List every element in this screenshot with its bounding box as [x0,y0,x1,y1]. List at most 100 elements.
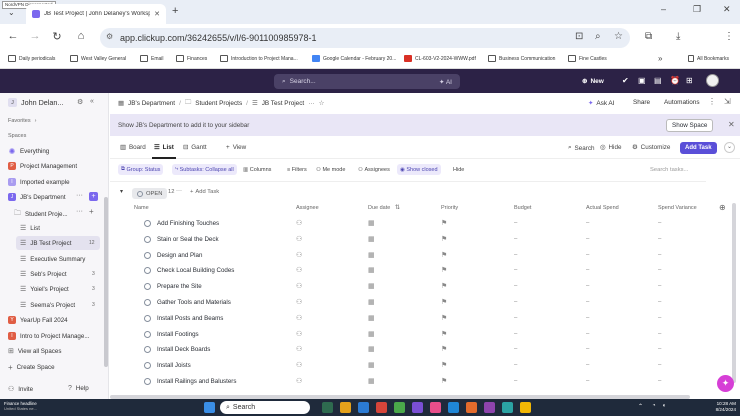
task-name[interactable]: Check Local Building Codes [157,267,234,274]
tab-search-icon[interactable]: ⌄ [8,8,15,17]
budget-cell[interactable]: – [514,252,517,258]
assignee-icon[interactable]: ⚇ [296,330,302,338]
table-row[interactable]: Install Deck Boards ⚇ ▦ ⚑ – – – [110,342,730,358]
status-circle-icon[interactable] [144,283,151,291]
app-icon[interactable] [466,402,477,413]
assignee-icon[interactable]: ⚇ [296,235,302,243]
share-button[interactable]: Share [633,99,650,106]
status-circle-icon[interactable] [144,314,151,322]
actual-spend-cell[interactable]: – [586,267,589,273]
bookmark-item[interactable]: Finances [176,55,207,62]
flag-icon[interactable]: ⚑ [441,235,447,243]
flag-icon[interactable]: ⚑ [441,377,447,385]
actual-spend-cell[interactable]: – [586,252,589,258]
budget-cell[interactable]: – [514,315,517,321]
assignee-icon[interactable]: ⚇ [296,266,302,274]
assignee-icon[interactable]: ⚇ [296,219,302,227]
table-row[interactable]: Gather Tools and Materials ⚇ ▦ ⚑ – – – [110,295,730,311]
calendar-icon[interactable]: ▦ [368,282,375,290]
alarm-icon[interactable]: ⏰ [670,76,680,85]
chevron-down-icon[interactable]: ⌄ [724,142,735,153]
spend-variance-cell[interactable]: – [658,315,661,321]
app-icon[interactable] [412,402,423,413]
bookmarks-overflow-icon[interactable]: » [658,54,662,63]
spend-variance-cell[interactable]: – [658,220,661,226]
bookmark-item[interactable]: Business Communication [488,55,555,62]
minimize-icon[interactable]: – [661,4,666,14]
tray-chevron-icon[interactable]: ⌃ [638,403,643,410]
checkmark-icon[interactable]: ✔ [622,76,629,85]
forward-icon[interactable]: → [24,30,46,42]
sidebar-item-yoiels-project[interactable]: ☰ Yoiel's Project [20,285,69,294]
assignee-icon[interactable]: ⚇ [296,345,302,353]
breadcrumb-space[interactable]: JB's Department [128,100,175,107]
spend-variance-cell[interactable]: – [658,252,661,258]
bookmark-star-icon[interactable]: ☆ [614,31,623,42]
collapse-sidebar-icon[interactable]: « [90,98,94,105]
flag-icon[interactable]: ⚑ [441,298,447,306]
budget-cell[interactable]: – [514,299,517,305]
budget-cell[interactable]: – [514,346,517,352]
sort-icon[interactable]: ⇅ [395,204,400,211]
news-widget[interactable]: Finance headline United States ne... [4,401,64,414]
windows-start-icon[interactable] [204,402,215,413]
filters-chip[interactable]: ≡ Filters [284,164,310,175]
sidebar-item-executive-summary[interactable]: ☰ Executive Summary [20,255,85,264]
tab-board[interactable]: ▥ Board [120,144,146,151]
sidebar-item-everything[interactable]: ✺ Everything [8,147,50,156]
sidebar-item-create-space[interactable]: + Create Space [8,363,55,372]
task-name[interactable]: Stain or Seal the Deck [157,236,219,243]
app-icon[interactable] [376,402,387,413]
automations-button[interactable]: Automations [664,99,700,106]
banner-close-icon[interactable]: ✕ [728,120,735,129]
actual-spend-cell[interactable]: – [586,378,589,384]
table-row[interactable]: Prepare the Site ⚇ ▦ ⚑ – – – [110,279,730,295]
assignee-icon[interactable]: ⚇ [296,282,302,290]
workspace-switcher[interactable]: J John Delan... [8,98,63,107]
status-badge[interactable]: OPEN [132,188,168,199]
calendar-icon[interactable]: ▦ [368,377,375,385]
record-icon[interactable]: ▣ [638,76,646,85]
add-task-button[interactable]: Add Task [680,142,717,154]
browser-tab-active[interactable]: JB Test Project | John Delaney's Workspa… [26,4,166,24]
chrome-menu-icon[interactable]: ⋮ [724,31,734,42]
budget-cell[interactable]: – [514,283,517,289]
task-name[interactable]: Gather Tools and Materials [157,299,231,306]
ai-assistant-icon[interactable]: ✦ [717,375,734,392]
assignees-chip[interactable]: ⚇ Assignees [355,164,393,175]
star-icon[interactable]: ☆ [319,99,325,107]
actual-spend-cell[interactable]: – [586,362,589,368]
add-to-space-icon[interactable]: + [89,192,98,201]
all-bookmarks[interactable]: All Bookmarks [688,55,729,62]
sidebar-scrollbar[interactable] [104,197,108,367]
calendar-icon[interactable]: ▦ [368,298,375,306]
docs-icon[interactable]: ▤ [654,76,662,85]
volume-icon[interactable]: ◖ [662,403,666,409]
assignee-icon[interactable]: ⚇ [296,314,302,322]
table-row[interactable]: Install Railings and Balusters ⚇ ▦ ⚑ – – – [110,374,730,390]
status-circle-icon[interactable] [144,251,151,259]
me-mode-chip[interactable]: ⚇ Me mode [313,164,348,175]
budget-cell[interactable]: – [514,236,517,242]
column-assignee[interactable]: Assignee [296,205,319,211]
bookmark-item[interactable]: Introduction to Project Mana... [220,55,298,62]
table-row[interactable]: Install Footings ⚇ ▦ ⚑ – – – [110,327,730,343]
budget-cell[interactable]: – [514,378,517,384]
calendar-icon[interactable]: ▦ [368,345,375,353]
app-icon[interactable] [502,402,513,413]
task-name[interactable]: Prepare the Site [157,283,202,290]
favorites-header[interactable]: Favorites › [8,118,36,124]
spend-variance-cell[interactable]: – [658,236,661,242]
calendar-icon[interactable]: ▦ [368,219,375,227]
taskbar-search[interactable]: ⌕ Search [220,401,310,414]
status-circle-icon[interactable] [144,235,151,243]
status-circle-icon[interactable] [144,267,151,275]
task-name[interactable]: Install Joists [157,362,191,369]
flag-icon[interactable]: ⚑ [441,251,447,259]
extensions-icon[interactable]: ⧉ [645,31,652,42]
bookmark-item[interactable]: Email [140,55,164,62]
calendar-icon[interactable]: ▦ [368,235,375,243]
more-icon[interactable]: ··· [76,208,83,215]
show-closed-chip[interactable]: ◉ Show closed [397,164,441,175]
flag-icon[interactable]: ⚑ [441,330,447,338]
